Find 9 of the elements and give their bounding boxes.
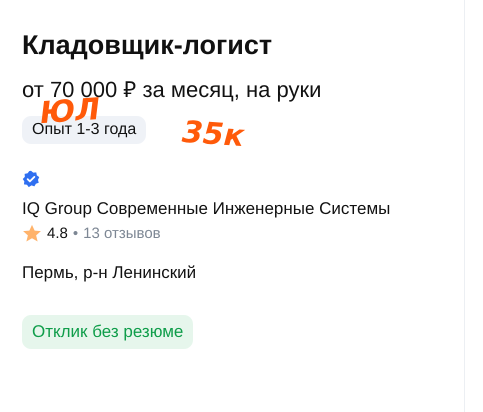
handwritten-note: 35к bbox=[181, 118, 246, 152]
separator: • bbox=[72, 225, 78, 242]
job-title: Кладовщик-логист bbox=[22, 29, 272, 62]
location: Пермь, р-н Ленинский bbox=[22, 263, 196, 283]
respond-button[interactable]: Отклик без резюме bbox=[22, 315, 194, 349]
company-name[interactable]: IQ Group Современные Инженерные Системы bbox=[22, 196, 402, 221]
rating: 4.8 bbox=[47, 225, 68, 242]
reviews-link[interactable]: 13 отзывов bbox=[83, 225, 161, 242]
star-icon bbox=[22, 224, 42, 243]
